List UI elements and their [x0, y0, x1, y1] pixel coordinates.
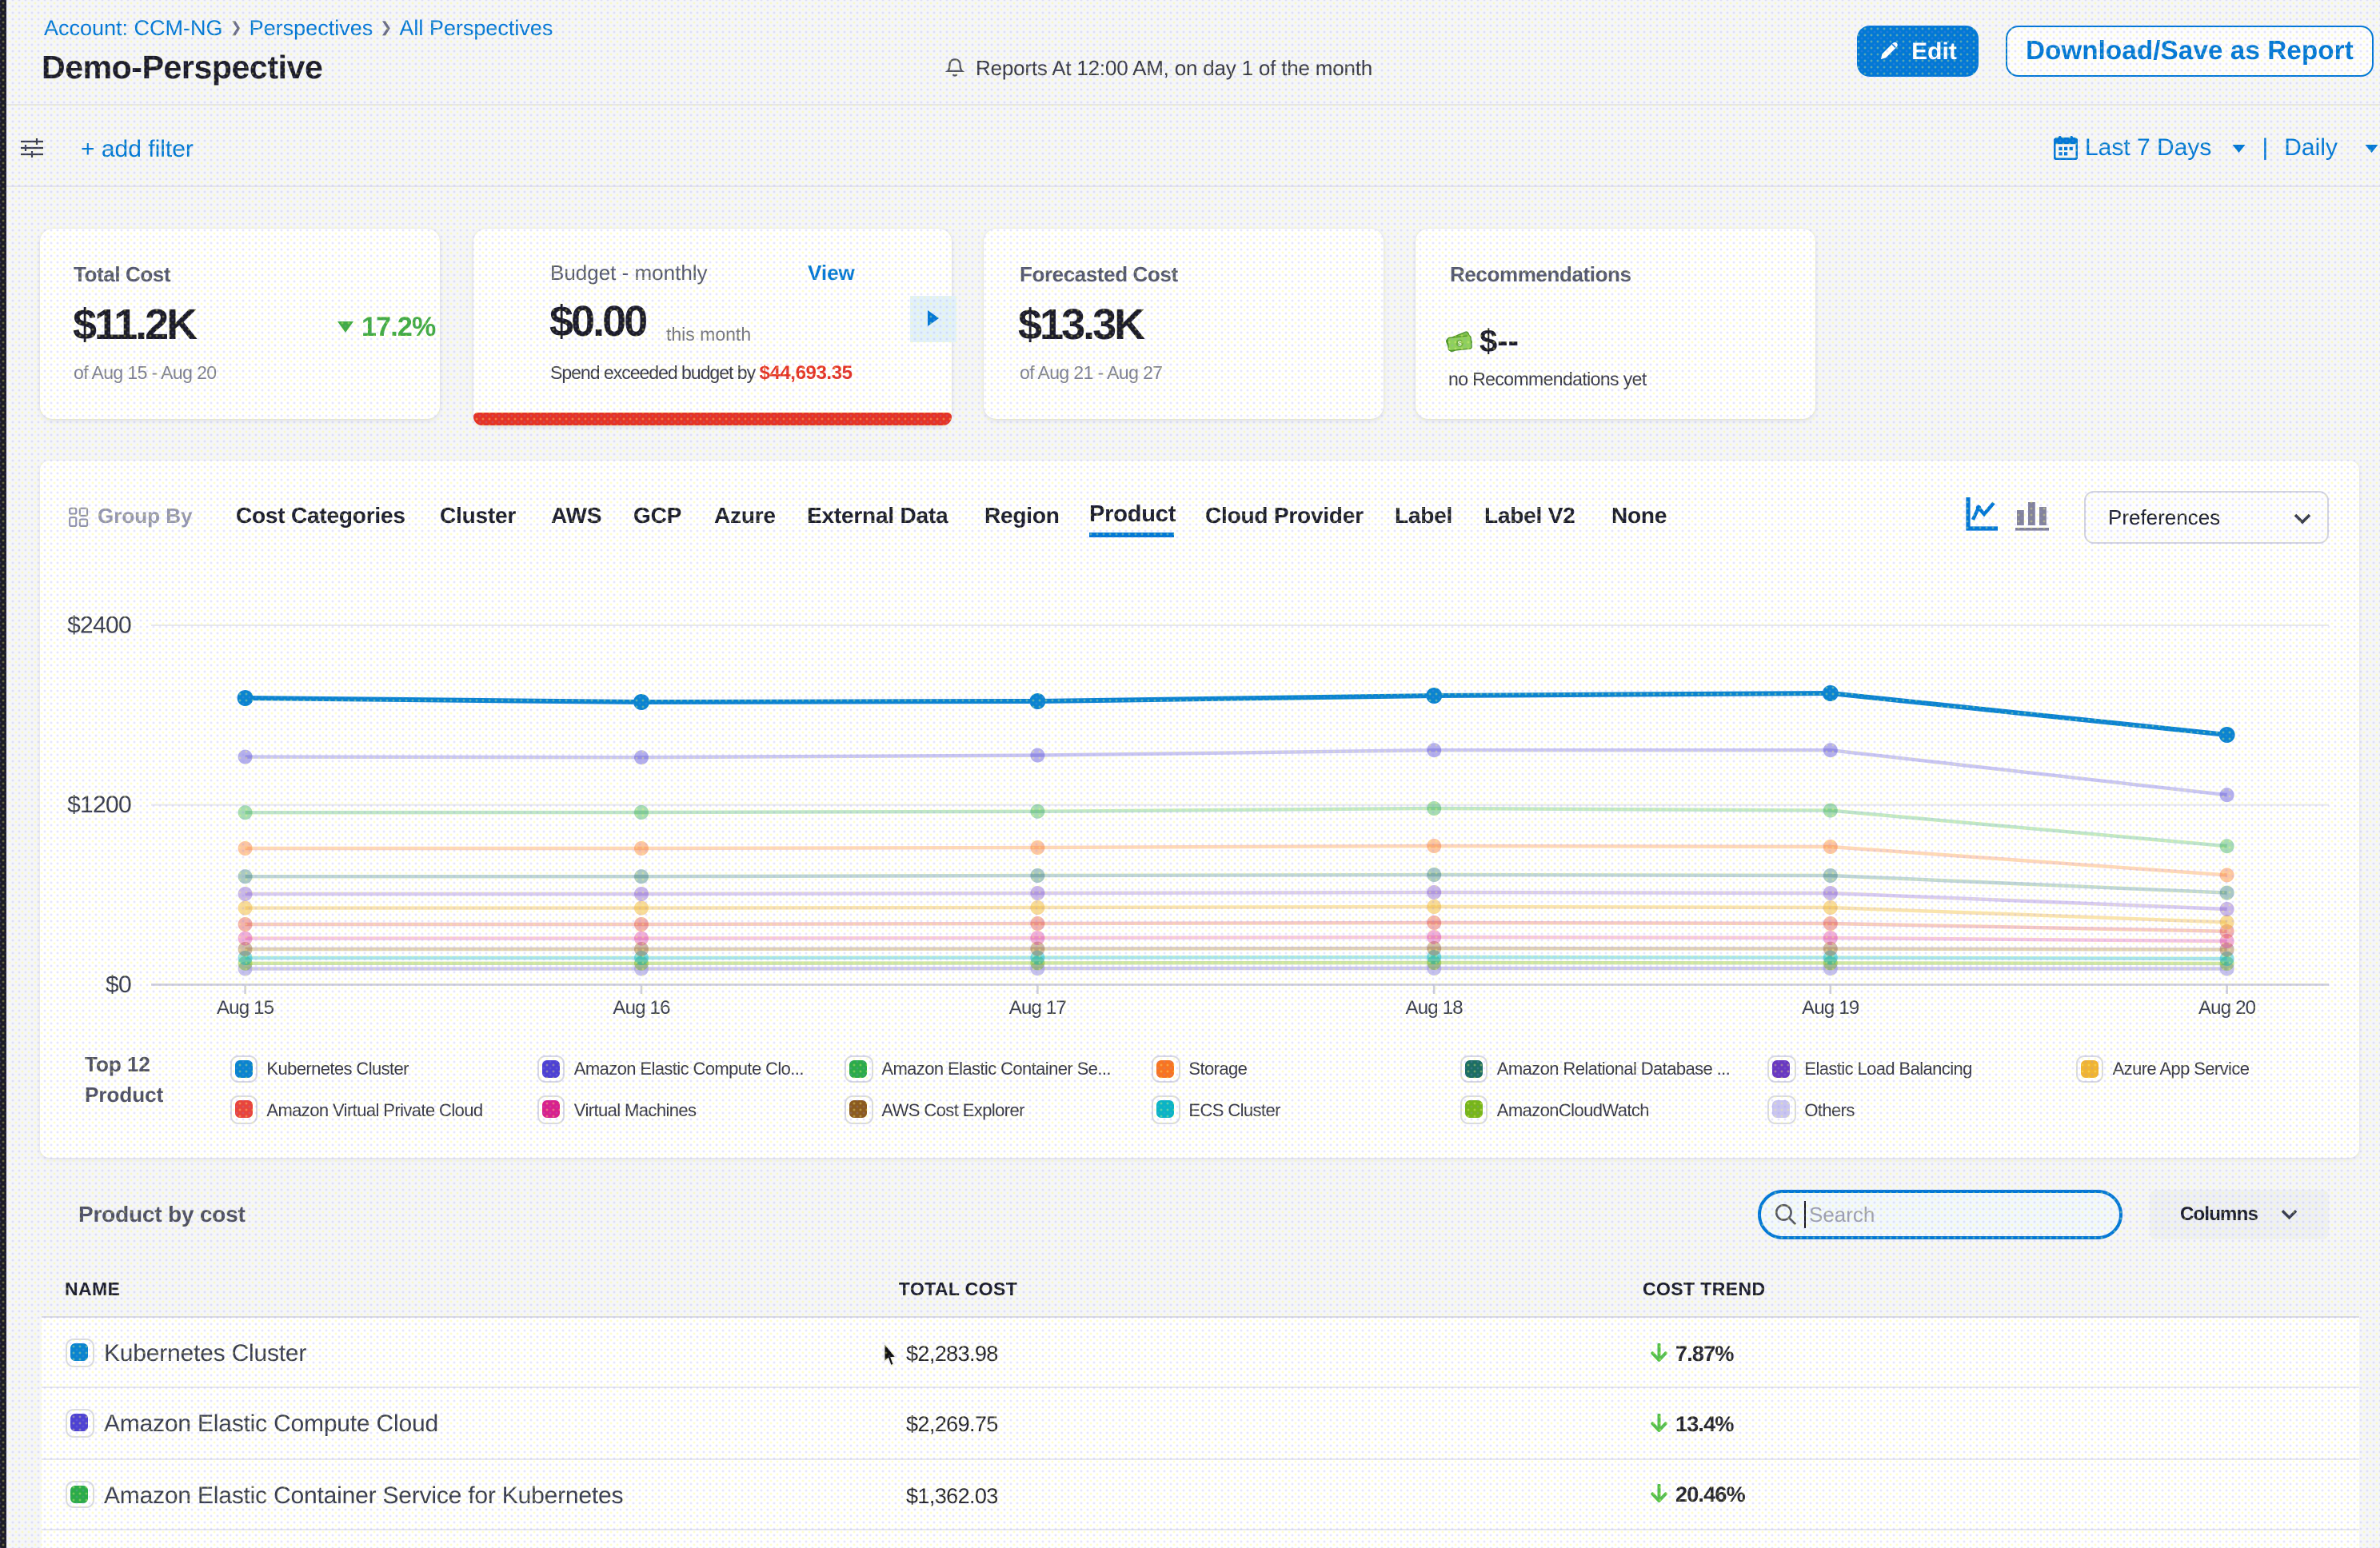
svg-text:$2400: $2400 — [66, 612, 130, 638]
svg-text:Aug 17: Aug 17 — [1008, 996, 1066, 1018]
svg-text:Aug 20: Aug 20 — [2198, 996, 2255, 1018]
svg-text:$1200: $1200 — [66, 791, 130, 817]
svg-text:Aug 18: Aug 18 — [1405, 996, 1463, 1018]
svg-text:Aug 16: Aug 16 — [612, 996, 669, 1018]
svg-text:Aug 15: Aug 15 — [216, 996, 274, 1018]
svg-text:$0: $0 — [105, 971, 130, 997]
svg-text:Aug 19: Aug 19 — [1801, 996, 1859, 1018]
